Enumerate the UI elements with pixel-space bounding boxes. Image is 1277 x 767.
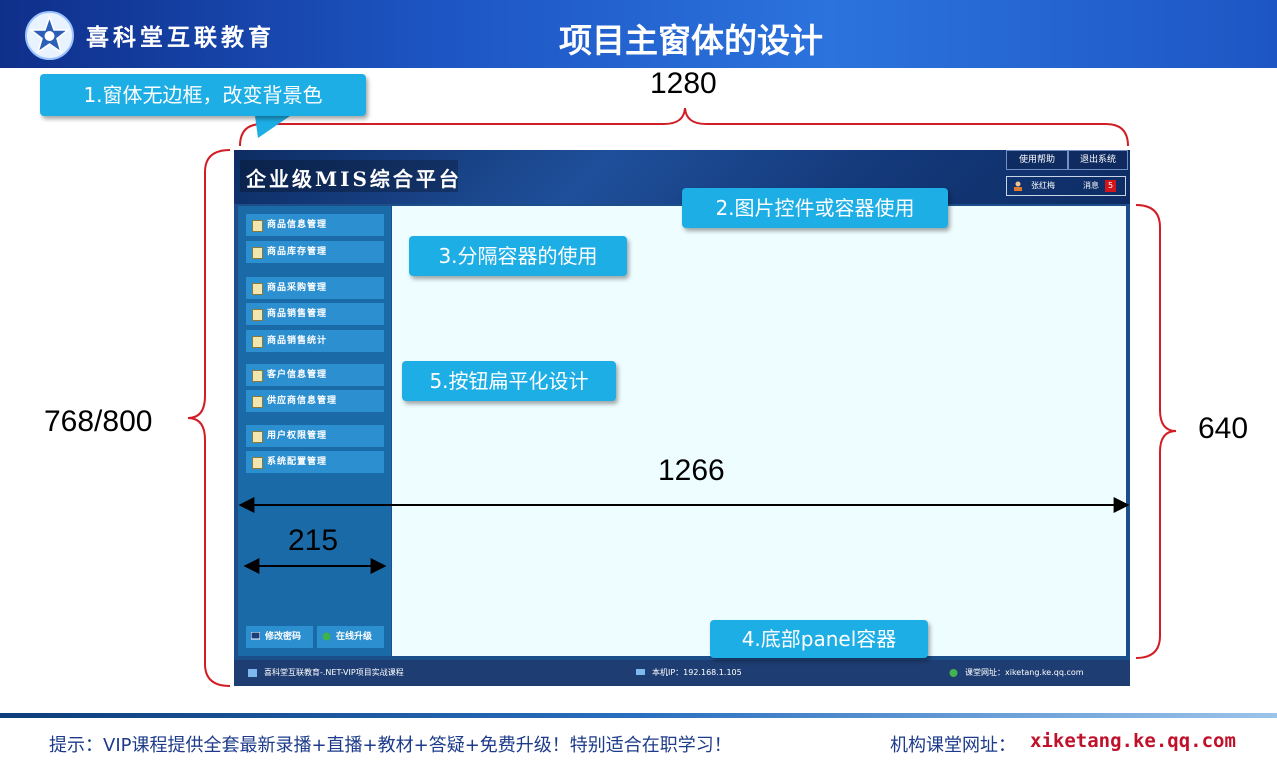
- footer-tip: 提示：VIP课程提供全套最新录播+直播+教材+答疑+免费升级！特别适合在职学习！: [49, 735, 732, 756]
- dimension-label-width-total: 1280: [650, 67, 717, 100]
- top-brace: [239, 107, 1129, 147]
- mock-footer-panel: 喜科堂互联教育-.NET-VIP项目实战课程 本机IP：192.168.1.10…: [234, 660, 1130, 686]
- document-icon: [252, 283, 263, 295]
- callout-bottom-panel: 4.底部panel容器: [710, 620, 928, 658]
- dimension-label-content-height: 640: [1198, 412, 1249, 445]
- computer-icon: [636, 669, 645, 675]
- nav-button-product-stock[interactable]: 商品库存管理: [246, 241, 384, 263]
- document-icon: [252, 247, 263, 259]
- mock-sidebar: 商品信息管理 商品库存管理 商品采购管理 商品销售管理 商品销售统计 客户信息管…: [238, 206, 391, 656]
- callout-borderless-window: 1.窗体无边框，改变背景色: [40, 74, 366, 116]
- footer-site-label: 机构课堂网址：: [890, 735, 1016, 756]
- document-icon: [252, 336, 263, 348]
- change-password-button[interactable]: 修改密码: [246, 626, 313, 648]
- mock-window: 企业级MIS综合平台 使用帮助 退出系统 张红梅 消息 5 商品信息管理 商品库…: [234, 150, 1130, 686]
- monitor-icon: [251, 632, 260, 640]
- message-count-badge: 5: [1105, 180, 1116, 192]
- window-icon: [248, 669, 257, 677]
- left-brace: [187, 149, 231, 687]
- nav-button-user-permissions[interactable]: 用户权限管理: [246, 425, 384, 447]
- bottom-stripe: [0, 713, 1277, 718]
- dimension-label-height-total: 768/800: [44, 405, 153, 438]
- callout-1-pointer: [255, 116, 290, 138]
- help-button[interactable]: 使用帮助: [1006, 150, 1068, 170]
- dimension-label-sidebar-width: 215: [288, 524, 339, 557]
- document-icon: [252, 396, 263, 408]
- footer-course-text: 喜科堂互联教育-.NET-VIP项目实战课程: [264, 668, 404, 677]
- user-box: 张红梅 消息 5: [1006, 176, 1126, 196]
- document-icon: [252, 220, 263, 232]
- nav-button-product-purchase[interactable]: 商品采购管理: [246, 277, 384, 299]
- footer-site-url[interactable]: xiketang.ke.qq.com: [1030, 730, 1236, 752]
- mock-title: 企业级MIS综合平台: [246, 167, 462, 191]
- exit-button[interactable]: 退出系统: [1068, 150, 1128, 170]
- document-icon: [252, 457, 263, 469]
- nav-button-product-info[interactable]: 商品信息管理: [246, 214, 384, 236]
- callout-flat-buttons: 5.按钮扁平化设计: [402, 361, 616, 401]
- user-icon: [1014, 181, 1022, 191]
- message-label[interactable]: 消息: [1083, 177, 1099, 195]
- document-icon: [252, 431, 263, 443]
- nav-button-sales-stats[interactable]: 商品销售统计: [246, 330, 384, 352]
- refresh-icon: [322, 632, 331, 641]
- nav-button-supplier-info[interactable]: 供应商信息管理: [246, 390, 384, 412]
- footer-site-text: 课堂网址：xiketang.ke.qq.com: [965, 668, 1084, 677]
- nav-button-system-config[interactable]: 系统配置管理: [246, 451, 384, 473]
- online-upgrade-button[interactable]: 在线升级: [317, 626, 384, 648]
- document-icon: [252, 309, 263, 321]
- right-brace: [1135, 204, 1177, 659]
- user-name: 张红梅: [1031, 181, 1055, 190]
- nav-button-customer-info[interactable]: 客户信息管理: [246, 364, 384, 386]
- nav-button-product-sales[interactable]: 商品销售管理: [246, 303, 384, 325]
- document-icon: [252, 370, 263, 382]
- callout-image-control: 2.图片控件或容器使用: [682, 188, 948, 228]
- dimension-label-content-width: 1266: [658, 454, 725, 487]
- globe-icon: [949, 669, 958, 677]
- footer-ip-text: 本机IP：192.168.1.105: [652, 668, 742, 677]
- callout-split-container: 3.分隔容器的使用: [409, 236, 627, 276]
